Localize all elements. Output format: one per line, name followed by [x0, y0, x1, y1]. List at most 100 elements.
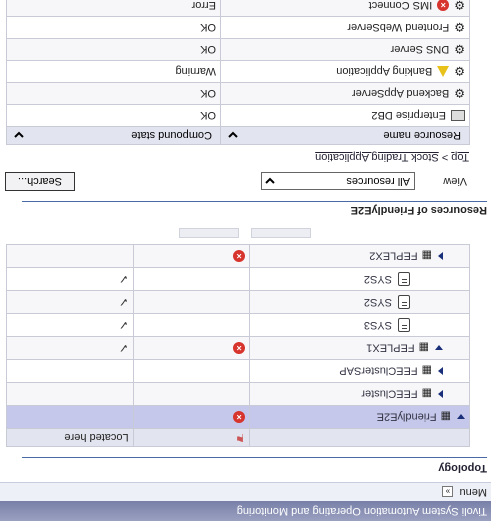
- topology-name[interactable]: SYS3: [364, 319, 392, 331]
- scroll-up-button[interactable]: [251, 228, 311, 238]
- resource-row[interactable]: ⚙ Backend AppServer OK: [6, 82, 470, 105]
- topology-name-cell: SYS2: [249, 290, 470, 314]
- resource-name[interactable]: Frontend WebServer: [347, 22, 449, 34]
- cluster-icon: ▦: [440, 410, 451, 423]
- expand-right-icon[interactable]: [438, 390, 443, 398]
- compound-state: OK: [200, 43, 216, 56]
- search-button[interactable]: Search...: [5, 172, 75, 191]
- topology-state-cell: [133, 313, 250, 337]
- topology-located-cell: ✓: [6, 313, 134, 337]
- topology-located-cell: [6, 382, 134, 406]
- resource-name[interactable]: Enterprise DB2: [371, 110, 446, 122]
- resource-name[interactable]: IMS Connect: [369, 0, 433, 12]
- compound-state-sort[interactable]: Compound state: [11, 128, 216, 143]
- topology-col-name[interactable]: [249, 428, 470, 447]
- topology-row[interactable]: ▦ FEPLEX2 ×: [6, 244, 470, 268]
- breadcrumb-top-link[interactable]: Top: [451, 151, 469, 163]
- resource-state-cell: OK: [6, 82, 221, 105]
- menu-bar: Menu »: [0, 482, 491, 501]
- expand-down-icon[interactable]: [435, 345, 443, 351]
- topology-name[interactable]: SYS2: [364, 273, 392, 285]
- topology-name[interactable]: FEECluster: [361, 388, 417, 400]
- error-icon: ×: [233, 249, 246, 262]
- topology-state-cell: [133, 290, 250, 314]
- resource-row[interactable]: ⚙ × IMS Connect Error: [6, 0, 470, 17]
- resource-row[interactable]: Enterprise DB2 OK: [6, 104, 470, 127]
- resource-name[interactable]: DNS Server: [391, 44, 450, 56]
- topology-row[interactable]: ▦ FEEClusterSAP: [6, 359, 470, 383]
- topology-name-cell: ▦ FEEClusterSAP: [249, 359, 470, 383]
- expand-down-icon[interactable]: [457, 414, 465, 420]
- error-icon: ×: [437, 0, 450, 12]
- expand-right-icon[interactable]: [438, 252, 443, 260]
- cluster-icon: ▦: [421, 249, 432, 262]
- view-label: View: [443, 175, 467, 187]
- topology-table: ⚑ Located here ▦FriendlyE2E × ▦FEECluster ▦…: [6, 244, 470, 447]
- cluster-icon: ▦: [421, 387, 432, 400]
- located-check: ✓: [118, 318, 129, 332]
- filter-bar: View All resources Search...: [0, 169, 473, 191]
- resources-title: Resources of FriendlyE2E: [22, 201, 487, 216]
- resource-name[interactable]: Backend AppServer: [352, 88, 449, 100]
- window-title: Tivoli System Automation Operating and M…: [0, 501, 491, 521]
- menu-toggle-button[interactable]: »: [442, 486, 454, 498]
- resource-row[interactable]: ⚙ DNS Server OK: [6, 38, 470, 61]
- topology-name-cell: SYS2: [249, 267, 470, 291]
- topology-title: Topology: [438, 462, 487, 474]
- topology-located-cell: [6, 244, 134, 268]
- topology-name[interactable]: FEEClusterSAP: [339, 365, 417, 377]
- topology-row[interactable]: SYS2 ✓: [6, 267, 470, 291]
- topology-name[interactable]: FriendlyE2E: [377, 411, 437, 423]
- topology-col-state[interactable]: ⚑: [133, 428, 250, 447]
- system-icon: [398, 318, 410, 332]
- topology-name-cell: ▦FriendlyE2E: [249, 405, 470, 429]
- resource-name-cell: ⚙ Banking Application: [220, 60, 470, 83]
- breadcrumb: Top > Stock Trading Application: [0, 151, 469, 163]
- resources-header-row: Resource name Compound state: [6, 126, 470, 145]
- expand-right-icon[interactable]: [438, 367, 443, 375]
- topology-row[interactable]: SYS2 ✓: [6, 290, 470, 314]
- topology-row[interactable]: ▦ FEPLEX1 × ✓: [6, 336, 470, 360]
- topology-located-cell: ✓: [6, 336, 134, 360]
- scroll-down-button[interactable]: [179, 228, 239, 238]
- resources-table: Resource name Compound state Enterprise …: [6, 0, 470, 145]
- resource-state-cell: Warning: [6, 60, 221, 83]
- resource-name[interactable]: Banking Application: [336, 66, 432, 78]
- topology-state-cell: ×: [133, 405, 250, 429]
- located-check: ✓: [118, 341, 129, 355]
- resource-name-cell: ⚙ × IMS Connect: [220, 0, 470, 17]
- topology-row[interactable]: SYS3 ✓: [6, 313, 470, 337]
- compound-state: OK: [200, 21, 216, 34]
- resource-state-cell: OK: [6, 16, 221, 39]
- resource-name-sort[interactable]: Resource name: [225, 128, 465, 143]
- gear-icon: ⚙: [454, 42, 465, 57]
- gear-icon: ⚙: [454, 0, 465, 13]
- topology-divider: [22, 457, 487, 458]
- resources-body: Enterprise DB2 OK ⚙ Backend AppServer OK ⚙ Ban…: [6, 0, 470, 127]
- flag-icon: ⚑: [235, 431, 246, 443]
- gear-icon: ⚙: [454, 86, 465, 101]
- topology-located-cell: [6, 405, 134, 429]
- view-select[interactable]: All resources: [261, 172, 415, 190]
- resource-state-cell: OK: [6, 104, 221, 127]
- resource-name-cell: Enterprise DB2: [220, 104, 470, 127]
- topology-row[interactable]: ▦FriendlyE2E ×: [6, 405, 470, 429]
- menu-label[interactable]: Menu: [459, 486, 487, 498]
- topology-name-cell: SYS3: [249, 313, 470, 337]
- resource-row[interactable]: ⚙ Frontend WebServer OK: [6, 16, 470, 39]
- topology-name-cell: ▦ FEPLEX1: [249, 336, 470, 360]
- col-resource-name[interactable]: Resource name: [220, 126, 470, 145]
- app-window: Tivoli System Automation Operating and M…: [0, 0, 491, 521]
- compound-state: Error: [191, 0, 216, 12]
- resource-name-cell: ⚙ DNS Server: [220, 38, 470, 61]
- topology-state-cell: ×: [133, 336, 250, 360]
- topology-name[interactable]: SYS2: [364, 296, 392, 308]
- topology-col-located[interactable]: Located here: [6, 428, 134, 447]
- breadcrumb-current-link[interactable]: Stock Trading Application: [315, 151, 439, 163]
- topology-name[interactable]: FEPLEX2: [369, 250, 417, 262]
- col-compound-state[interactable]: Compound state: [6, 126, 221, 145]
- resource-row[interactable]: ⚙ Banking Application Warning: [6, 60, 470, 83]
- topology-row[interactable]: ▦ FEECluster: [6, 382, 470, 406]
- topology-located-cell: [6, 359, 134, 383]
- topology-name[interactable]: FEPLEX1: [366, 342, 414, 354]
